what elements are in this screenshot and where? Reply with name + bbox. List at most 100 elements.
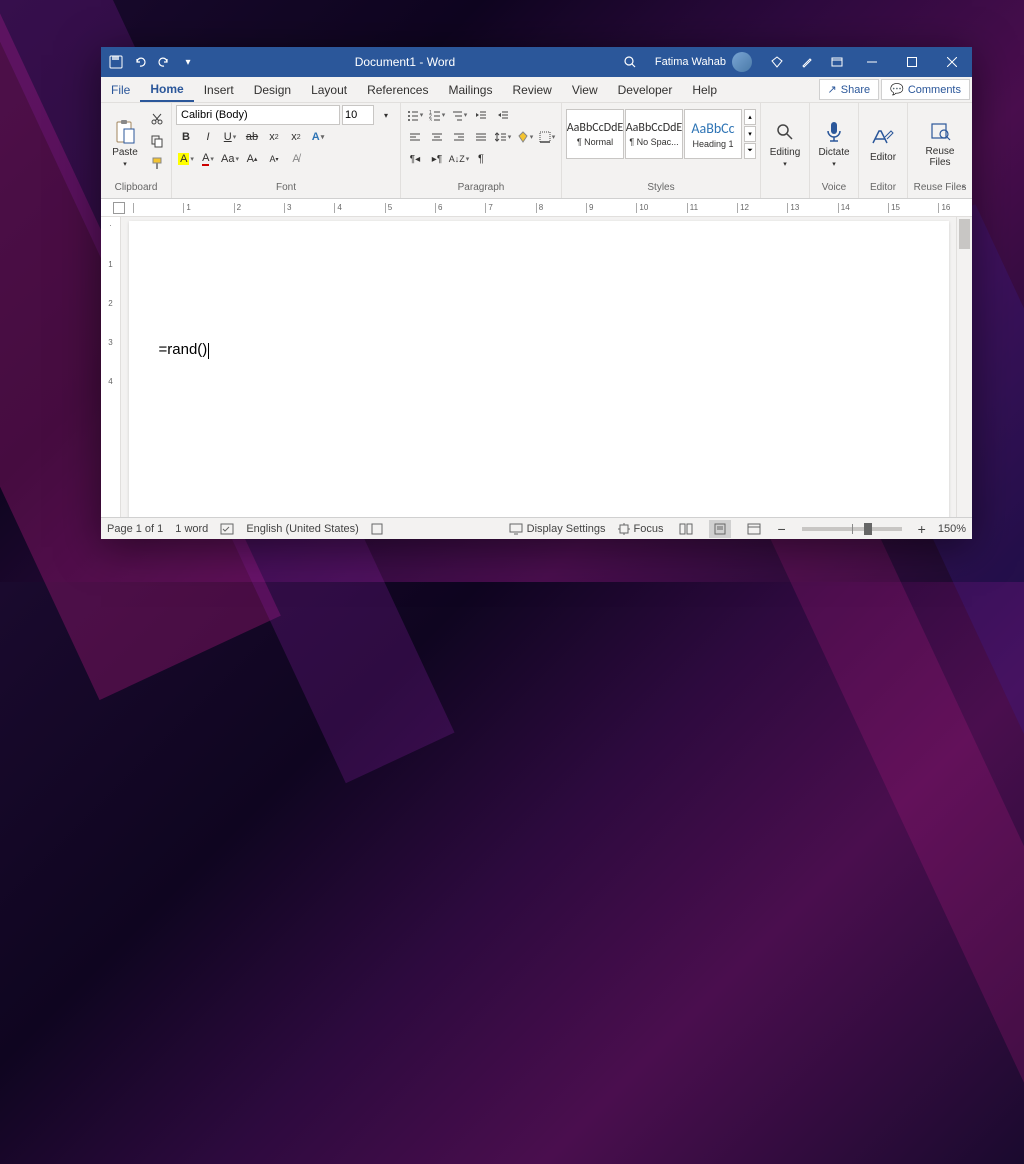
editor-button[interactable]: Editor <box>863 105 903 181</box>
ltr-button[interactable]: ¶◂ <box>405 149 425 169</box>
tab-help[interactable]: Help <box>682 77 727 102</box>
zoom-slider[interactable] <box>802 527 902 531</box>
collapse-ribbon-icon[interactable]: ⌃ <box>960 185 968 196</box>
font-size-select[interactable] <box>342 105 374 125</box>
zoom-in-icon[interactable]: + <box>918 521 926 537</box>
autosave-icon[interactable] <box>109 55 123 69</box>
grow-font-button[interactable]: A▴ <box>242 149 262 169</box>
print-layout-icon[interactable] <box>709 520 731 538</box>
tab-developer[interactable]: Developer <box>608 77 683 102</box>
shading-button[interactable] <box>515 127 535 147</box>
underline-button[interactable]: U <box>220 127 240 147</box>
group-label-paragraph: Paragraph <box>405 182 557 198</box>
tab-view[interactable]: View <box>562 77 608 102</box>
tab-selector-icon[interactable] <box>113 202 125 214</box>
minimize-button[interactable] <box>852 47 892 77</box>
zoom-out-icon[interactable]: − <box>777 521 785 537</box>
format-painter-icon[interactable] <box>147 153 167 173</box>
ribbon-display-icon[interactable] <box>822 47 852 77</box>
accessibility-icon[interactable] <box>371 523 383 535</box>
qat-customize-icon[interactable]: ▾ <box>181 55 195 69</box>
reuse-files-button[interactable]: Reuse Files <box>912 105 968 181</box>
shrink-font-button[interactable]: A▾ <box>264 149 284 169</box>
search-icon[interactable] <box>615 47 645 77</box>
user-account[interactable]: Fatima Wahab <box>645 52 762 72</box>
line-spacing-button[interactable] <box>493 127 513 147</box>
borders-button[interactable] <box>537 127 557 147</box>
font-color-button[interactable]: A <box>198 149 218 169</box>
vertical-ruler[interactable]: ·1234 <box>101 217 121 517</box>
style-normal[interactable]: AaBbCcDdE ¶ Normal <box>566 109 624 159</box>
tab-references[interactable]: References <box>357 77 438 102</box>
copy-icon[interactable] <box>147 131 167 151</box>
highlight-button[interactable]: A <box>176 149 196 169</box>
tab-home[interactable]: Home <box>140 77 193 102</box>
align-center-button[interactable] <box>427 127 447 147</box>
redo-icon[interactable] <box>157 55 171 69</box>
bold-button[interactable]: B <box>176 127 196 147</box>
align-left-button[interactable] <box>405 127 425 147</box>
read-mode-icon[interactable] <box>675 520 697 538</box>
tab-mailings[interactable]: Mailings <box>438 77 502 102</box>
font-size-dd-icon[interactable]: ▾ <box>376 105 396 125</box>
document-content[interactable]: =rand() <box>159 341 208 358</box>
align-right-button[interactable] <box>449 127 469 147</box>
change-case-button[interactable]: Aa <box>220 149 240 169</box>
tab-insert[interactable]: Insert <box>194 77 244 102</box>
style-no-spacing[interactable]: AaBbCcDdE ¶ No Spac... <box>625 109 683 159</box>
sort-button[interactable]: A↓Z <box>449 149 469 169</box>
rtl-button[interactable]: ▸¶ <box>427 149 447 169</box>
clear-format-button[interactable]: A̸ <box>286 149 306 169</box>
window-title: Document1 - Word <box>195 55 615 69</box>
vertical-scrollbar[interactable] <box>956 217 972 517</box>
multilevel-button[interactable] <box>449 105 469 125</box>
zoom-level[interactable]: 150% <box>938 523 966 535</box>
editing-button[interactable]: Editing ▾ <box>765 105 805 181</box>
avatar <box>732 52 752 72</box>
text-effects-button[interactable]: A <box>308 127 328 147</box>
group-label-styles: Styles <box>566 182 756 198</box>
undo-icon[interactable] <box>133 55 147 69</box>
page-count[interactable]: Page 1 of 1 <box>107 523 163 535</box>
share-button[interactable]: ↗ Share <box>819 79 880 100</box>
italic-button[interactable]: I <box>198 127 218 147</box>
tab-file[interactable]: File <box>101 77 140 102</box>
maximize-button[interactable] <box>892 47 932 77</box>
group-label-editing <box>765 182 805 198</box>
tab-review[interactable]: Review <box>502 77 561 102</box>
show-marks-button[interactable]: ¶ <box>471 149 491 169</box>
language-label[interactable]: English (United States) <box>246 523 359 535</box>
spell-check-icon[interactable] <box>220 523 234 535</box>
numbering-button[interactable]: 123 <box>427 105 447 125</box>
strike-button[interactable]: ab <box>242 127 262 147</box>
focus-button[interactable]: Focus <box>618 523 664 535</box>
zoom-handle[interactable] <box>864 523 872 535</box>
horizontal-ruler[interactable]: 1 2 3 4 5 6 7 8 9 10 11 12 13 14 15 16 <box>101 199 972 217</box>
font-name-select[interactable] <box>176 105 340 125</box>
document-page[interactable]: =rand() <box>129 221 949 517</box>
comments-button[interactable]: 💬 Comments <box>881 79 970 100</box>
decrease-indent-button[interactable] <box>471 105 491 125</box>
pen-icon[interactable] <box>792 47 822 77</box>
style-up-icon[interactable]: ▴ <box>744 109 756 125</box>
style-more-icon[interactable]: ⏷ <box>744 143 756 159</box>
dictate-button[interactable]: Dictate ▾ <box>814 105 854 181</box>
web-layout-icon[interactable] <box>743 520 765 538</box>
style-heading1[interactable]: AaBbCc Heading 1 <box>684 109 742 159</box>
subscript-button[interactable]: x2 <box>264 127 284 147</box>
justify-button[interactable] <box>471 127 491 147</box>
style-down-icon[interactable]: ▾ <box>744 126 756 142</box>
paste-button[interactable]: Paste ▾ <box>105 105 145 181</box>
close-button[interactable] <box>932 47 972 77</box>
word-count[interactable]: 1 word <box>175 523 208 535</box>
diamond-icon[interactable] <box>762 47 792 77</box>
scrollbar-thumb[interactable] <box>959 219 970 249</box>
tab-layout[interactable]: Layout <box>301 77 357 102</box>
bullets-button[interactable] <box>405 105 425 125</box>
display-settings-button[interactable]: Display Settings <box>509 523 606 535</box>
page-scroll[interactable]: =rand() <box>121 217 956 517</box>
cut-icon[interactable] <box>147 109 167 129</box>
increase-indent-button[interactable] <box>493 105 513 125</box>
superscript-button[interactable]: x2 <box>286 127 306 147</box>
tab-design[interactable]: Design <box>244 77 301 102</box>
